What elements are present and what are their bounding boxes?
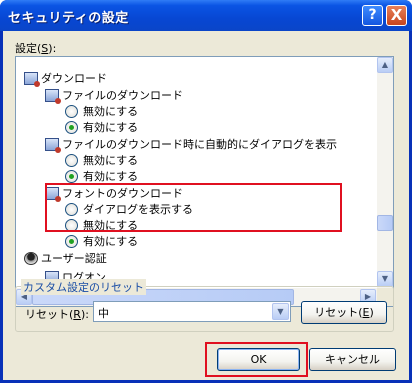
radio-selected-icon <box>65 234 78 248</box>
reset-level-value: 中 <box>98 307 109 320</box>
file-download-disable-radio[interactable]: 無効にする <box>65 104 138 120</box>
scroll-down-arrow-icon[interactable]: ▼ <box>377 271 393 287</box>
scroll-up-arrow-icon[interactable]: ▲ <box>377 57 393 73</box>
tree-category-download[interactable]: ダウンロード <box>24 71 107 87</box>
tree-setting-auto-prompt[interactable]: ファイルのダウンロード時に自動的にダイアログを表示 <box>45 137 337 153</box>
radio-selected-icon <box>65 120 78 134</box>
settings-tree-content: ダウンロード ファイルのダウンロード 無効にする 有効にする ファイルのダウンロ… <box>16 57 377 288</box>
chevron-down-icon[interactable]: ▼ <box>272 303 289 320</box>
auto-prompt-disable-radio[interactable]: 無効にする <box>65 153 138 169</box>
file-download-enable-radio[interactable]: 有効にする <box>65 120 138 136</box>
window-title: セキュリティの設定 <box>8 11 129 26</box>
custom-reset-group-title: カスタム設定のリセット <box>21 279 146 295</box>
radio-unselected-icon <box>65 153 78 167</box>
highlight-box-auto-prompt <box>45 183 342 232</box>
tree-category-user-auth[interactable]: ユーザー認証 <box>24 251 107 267</box>
font-download-enable-radio[interactable]: 有効にする <box>65 234 138 250</box>
download-settings-icon <box>24 71 40 87</box>
tree-setting-file-download[interactable]: ファイルのダウンロード <box>45 88 183 104</box>
reset-level-select[interactable]: 中 ▼ <box>93 301 291 322</box>
close-button[interactable]: X <box>386 5 407 26</box>
help-button[interactable]: ? <box>362 5 383 26</box>
security-settings-dialog: セキュリティの設定 ? X 設定(S): ダウンロード ファイルのダウンロード … <box>0 0 412 383</box>
dialog-body: 設定(S): ダウンロード ファイルのダウンロード 無効にする 有効にする ファ… <box>3 31 409 380</box>
cancel-button[interactable]: キャンセル <box>309 348 396 371</box>
reset-level-label: リセット(R): <box>25 308 89 321</box>
title-bar[interactable]: セキュリティの設定 ? X <box>0 0 412 31</box>
user-auth-icon <box>24 251 38 265</box>
vertical-scroll-thumb[interactable] <box>377 215 393 231</box>
download-settings-icon <box>45 137 61 153</box>
settings-tree[interactable]: ダウンロード ファイルのダウンロード 無効にする 有効にする ファイルのダウンロ… <box>15 56 394 307</box>
highlight-box-ok <box>205 342 308 377</box>
settings-label: 設定(S): <box>15 42 57 55</box>
download-settings-icon <box>45 88 61 104</box>
radio-unselected-icon <box>65 104 78 118</box>
reset-button[interactable]: リセット(E) <box>301 301 387 324</box>
radio-selected-icon <box>65 169 78 183</box>
vertical-scrollbar[interactable]: ▲ ▼ <box>377 57 393 288</box>
